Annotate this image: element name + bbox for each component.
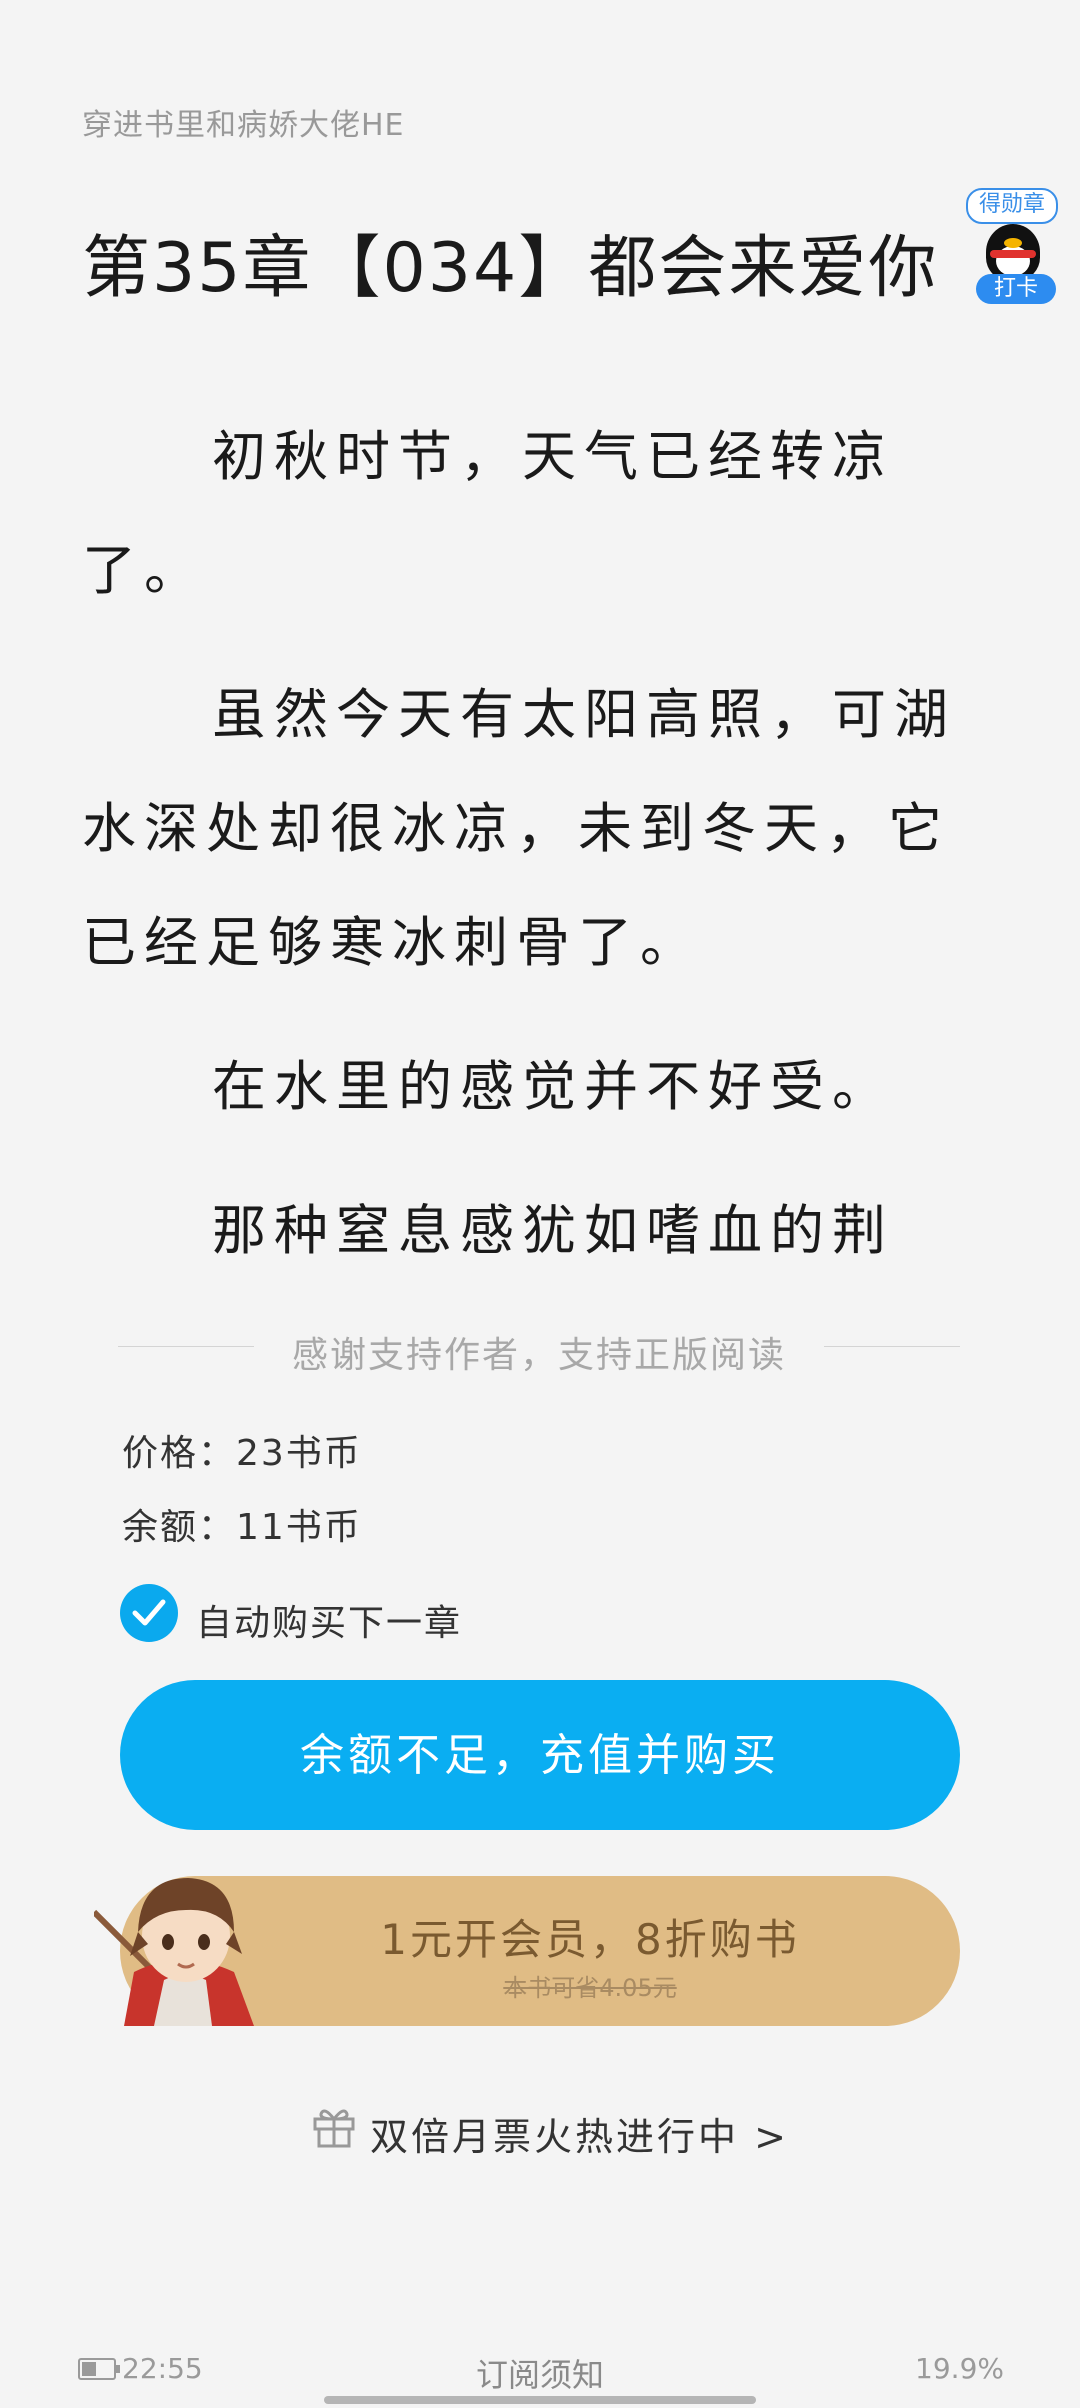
reader-status-bar: 22:55 订阅须知 19.9% bbox=[0, 2344, 1080, 2394]
gift-icon bbox=[313, 2109, 355, 2148]
auto-buy-label: 自动购买下一章 bbox=[196, 1603, 463, 1644]
balance-label: 余额：11书币 bbox=[122, 1507, 362, 1548]
reading-progress: 19.9% bbox=[915, 2352, 1004, 2385]
recharge-and-buy-button[interactable]: 余额不足，充值并购买 bbox=[120, 1680, 960, 1830]
home-indicator[interactable] bbox=[324, 2396, 756, 2404]
divider-line-right bbox=[824, 1346, 960, 1347]
support-text: 感谢支持作者，支持正版阅读 bbox=[291, 1335, 786, 1376]
monthly-ticket-label: 双倍月票火热进行中 > bbox=[370, 2115, 789, 2159]
chapter-title: 第35章【034】都会来爱你 bbox=[82, 229, 939, 308]
support-divider: 感谢支持作者，支持正版阅读 bbox=[118, 1320, 960, 1376]
divider-line-left bbox=[118, 1346, 254, 1347]
price-label: 价格：23书币 bbox=[122, 1433, 362, 1474]
badge-checkin-label: 打卡 bbox=[976, 274, 1056, 304]
clock: 22:55 bbox=[122, 2352, 203, 2385]
member-offer-label: 1元开会员，8折购书 bbox=[380, 1915, 800, 1964]
badge-medal-label: 得勋章 bbox=[966, 188, 1058, 224]
subscription-notice-link[interactable]: 订阅须知 bbox=[440, 2350, 640, 2396]
paragraph: 虽然今天有太阳高照，可湖水深处却很冰凉，未到冬天，它已经足够寒冰刺骨了。 bbox=[82, 683, 956, 974]
checkin-badge[interactable]: 得勋章 打卡 bbox=[966, 188, 1058, 306]
paragraph: 在水里的感觉并不好受。 bbox=[212, 1055, 894, 1118]
book-title: 穿进书里和病娇大佬HE bbox=[82, 108, 405, 143]
paragraph: 初秋时节，天气已经转凉了。 bbox=[82, 425, 894, 602]
mascot-character-icon bbox=[94, 1878, 254, 2026]
member-saving-label: 本书可省4.05元 bbox=[503, 1974, 677, 2002]
battery-icon bbox=[78, 2358, 120, 2380]
penguin-icon bbox=[986, 224, 1040, 280]
paragraph: 那种窒息感犹如嗜血的荆 bbox=[212, 1199, 894, 1262]
check-icon[interactable] bbox=[120, 1584, 178, 1642]
